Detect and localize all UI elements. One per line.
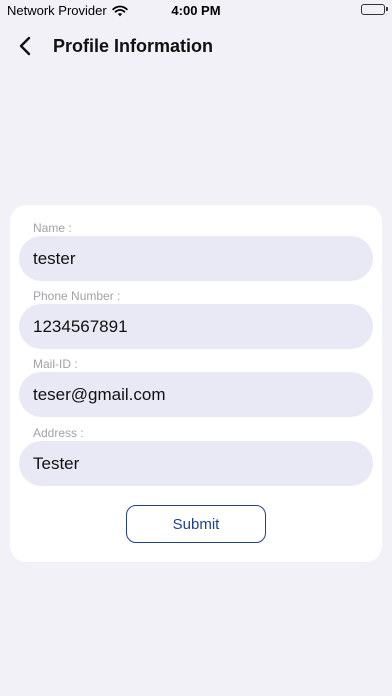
phone-label: Phone Number :: [33, 289, 121, 303]
battery-icon: [361, 4, 388, 15]
address-field[interactable]: Tester: [19, 441, 373, 486]
mail-field[interactable]: teser@gmail.com: [19, 372, 373, 417]
name-field[interactable]: tester: [19, 236, 373, 281]
header: Profile Information: [0, 30, 392, 62]
mail-label: Mail-ID :: [33, 357, 78, 371]
status-bar: Network Provider 4:00 PM: [0, 0, 392, 20]
page-title: Profile Information: [53, 36, 214, 56]
submit-button[interactable]: Submit: [126, 505, 266, 543]
back-button[interactable]: [12, 33, 38, 59]
address-label: Address :: [33, 426, 84, 440]
phone-field[interactable]: 1234567891: [19, 304, 373, 349]
name-label: Name :: [33, 221, 72, 235]
profile-form-card: Name : tester Phone Number : 1234567891 …: [10, 205, 382, 562]
chevron-left-icon: [19, 36, 31, 56]
status-time: 4:00 PM: [171, 3, 221, 18]
profile-screen: Network Provider 4:00 PM Profile Informa…: [0, 0, 392, 696]
